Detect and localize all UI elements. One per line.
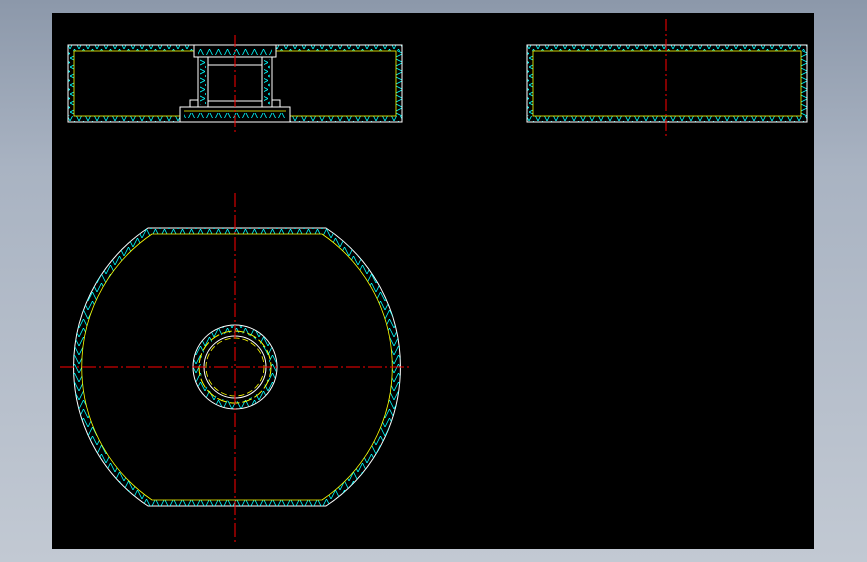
cad-drawing-svg xyxy=(60,19,808,545)
side-right-wall-hatch xyxy=(801,51,807,116)
side-top-wall-hatch xyxy=(527,45,807,51)
side-section-view[interactable] xyxy=(526,19,808,139)
side-bottom-wall-hatch xyxy=(527,116,807,122)
side-left-wall-hatch xyxy=(527,51,533,116)
front-left-wall-hatch xyxy=(68,51,74,116)
front-section-view[interactable] xyxy=(67,35,403,133)
front-right-wall-hatch xyxy=(396,51,402,116)
plan-view[interactable] xyxy=(60,193,410,545)
cad-drawing-viewport[interactable] xyxy=(52,13,814,549)
side-outer-outline xyxy=(526,44,808,123)
side-inner-outline xyxy=(532,50,802,117)
